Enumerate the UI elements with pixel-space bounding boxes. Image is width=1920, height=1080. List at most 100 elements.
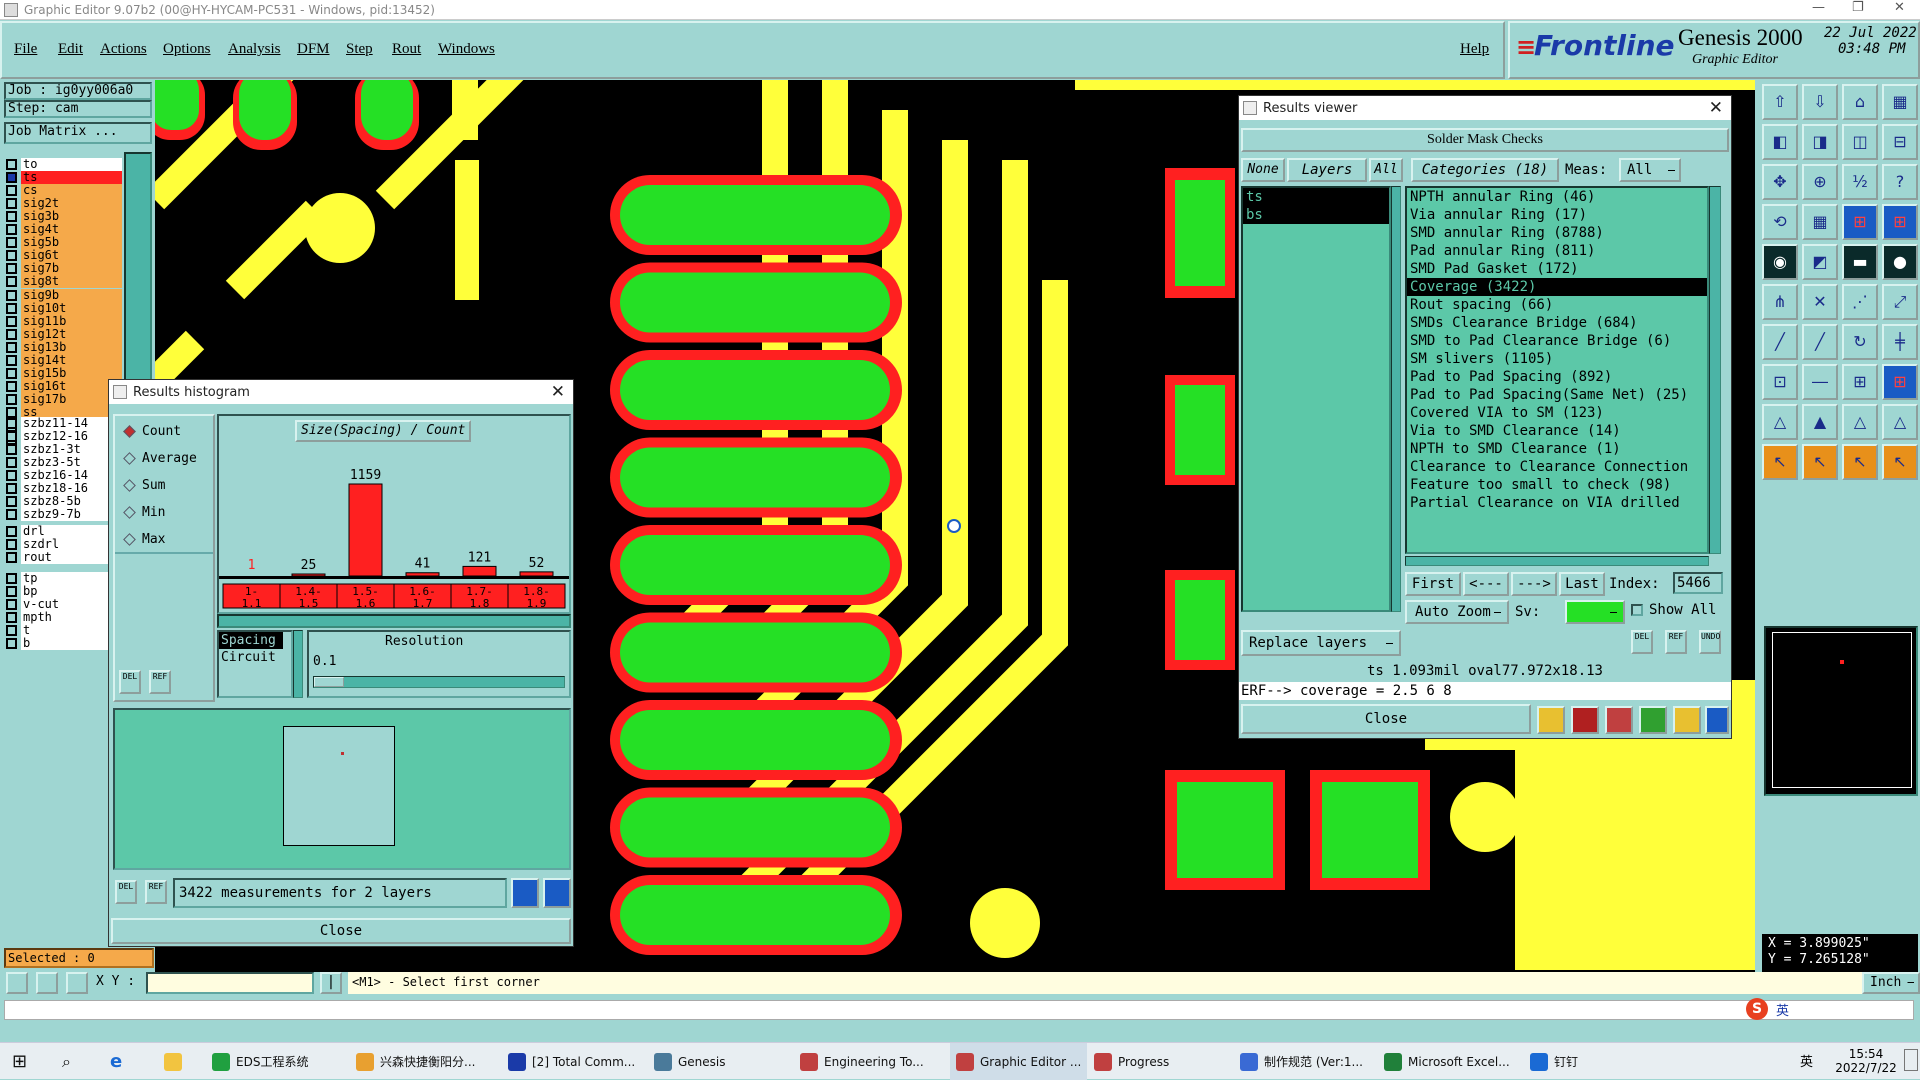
measure-icon[interactable] — [36, 972, 58, 994]
viewer-category-item[interactable]: SM slivers (1105) — [1407, 350, 1707, 368]
layer-name[interactable]: sig4t — [21, 223, 122, 236]
tool-button-icon[interactable]: ╪ — [1882, 324, 1918, 360]
layer-checkbox[interactable] — [6, 184, 17, 196]
layer-name[interactable]: bp — [21, 584, 122, 598]
tool-button-icon[interactable]: ▦ — [1882, 84, 1918, 120]
layer-name[interactable]: to — [21, 157, 122, 171]
layer-checkbox[interactable] — [6, 302, 17, 314]
layer-checkbox[interactable] — [6, 585, 17, 597]
maximize-button[interactable]: ❐ — [1852, 0, 1864, 15]
nav-next-button[interactable]: ---> — [1511, 572, 1557, 596]
units-dropdown[interactable]: Inch ⎯ — [1862, 972, 1920, 994]
layer-checkbox[interactable] — [6, 210, 17, 222]
layer-name[interactable]: sig14t — [21, 354, 122, 367]
menu-step[interactable]: Step — [346, 41, 373, 58]
menu-actions[interactable]: Actions — [100, 41, 147, 58]
layer-checkbox[interactable] — [6, 171, 17, 183]
tool-button-icon[interactable]: ↻ — [1842, 324, 1878, 360]
menu-windows[interactable]: Windows — [438, 41, 495, 58]
resolution-slider[interactable] — [313, 676, 565, 688]
layer-checkbox[interactable] — [6, 469, 17, 481]
preview-ref-button[interactable]: REF — [145, 880, 167, 904]
tool-button-icon[interactable]: ½ — [1842, 164, 1878, 200]
viewer-layer-list[interactable]: ts bs — [1241, 186, 1391, 612]
layer-checkbox[interactable] — [6, 289, 17, 301]
radio-max[interactable]: Max — [123, 532, 165, 547]
menu-dfm[interactable]: DFM — [297, 41, 330, 58]
layer-name[interactable]: tp — [21, 571, 122, 585]
viewer-category-item[interactable]: Rout spacing (66) — [1407, 296, 1707, 314]
layer-checkbox[interactable] — [6, 328, 17, 340]
viewer-category-item[interactable]: Feature too small to check (98) — [1407, 476, 1707, 494]
tool-button-icon[interactable]: ⊞ — [1842, 364, 1878, 400]
layer-checkbox[interactable] — [6, 368, 17, 380]
meas-dropdown[interactable]: All ⎯ — [1619, 158, 1681, 182]
taskbar-app[interactable]: Graphic Editor ... — [950, 1043, 1088, 1080]
viewer-layer-scrollbar[interactable] — [1391, 186, 1401, 612]
sv-dropdown[interactable]: ⎯ — [1565, 600, 1625, 624]
tool-button-icon[interactable]: ● — [1882, 244, 1918, 280]
layer-row[interactable]: v-cut — [6, 597, 122, 611]
tool-button-icon[interactable]: ⊕ — [1802, 164, 1838, 200]
viewer-category-item[interactable]: Via annular Ring (17) — [1407, 206, 1707, 224]
nav-first-button[interactable]: First — [1405, 572, 1461, 596]
viewer-category-item[interactable]: Partial Clearance on VIA drilled — [1407, 494, 1707, 512]
layer-name[interactable]: sig17b — [21, 393, 122, 407]
tool-button-icon[interactable]: ▬ — [1842, 244, 1878, 280]
zoom-area-button[interactable] — [543, 878, 571, 908]
layer-checkbox[interactable] — [6, 598, 17, 610]
layer-checkbox[interactable] — [6, 638, 17, 649]
layer-name[interactable]: szbz3-5t — [21, 455, 122, 469]
layer-row[interactable]: sig6t — [6, 249, 122, 263]
layer-row[interactable]: sig4t — [6, 223, 122, 237]
layer-checkbox[interactable] — [6, 224, 17, 235]
layer-row[interactable]: drl — [6, 524, 122, 538]
stop-icon[interactable] — [1571, 706, 1599, 734]
layer-name[interactable]: sig11b — [21, 314, 122, 328]
menu-help[interactable]: Help — [1460, 41, 1489, 58]
viewer-category-item[interactable]: NPTH annular Ring (46) — [1407, 188, 1707, 206]
layer-name[interactable]: cs — [21, 183, 122, 197]
viewer-category-item[interactable]: Coverage (3422) — [1407, 278, 1707, 296]
layer-row[interactable]: szbz12-16 — [6, 429, 122, 443]
taskbar-app[interactable]: Microsoft Excel... — [1384, 1043, 1510, 1080]
grid-icon[interactable] — [66, 972, 88, 994]
layer-checkbox[interactable] — [6, 430, 17, 442]
layer-name[interactable]: t — [21, 623, 122, 637]
layer-name[interactable]: ts — [21, 170, 122, 184]
layer-checkbox[interactable] — [6, 355, 17, 366]
tool-button-icon[interactable]: △ — [1842, 404, 1878, 440]
delete-results-icon[interactable] — [1605, 706, 1633, 734]
layer-name[interactable]: szbz8-5b — [21, 495, 122, 509]
histogram-del-button[interactable]: DEL — [119, 670, 141, 694]
layer-checkbox[interactable] — [6, 381, 17, 393]
search-icon[interactable]: ⌕ — [62, 1043, 71, 1080]
layers-none-button[interactable]: None — [1241, 158, 1285, 182]
histogram-ref-button[interactable]: REF — [149, 670, 171, 694]
layer-row[interactable]: szbz11-14 — [6, 416, 122, 430]
layer-row[interactable]: sig15b — [6, 367, 122, 381]
layer-checkbox[interactable] — [6, 197, 17, 209]
viewer-category-item[interactable]: SMD annular Ring (8788) — [1407, 224, 1707, 242]
layer-row[interactable]: szbz18-16 — [6, 482, 122, 496]
taskbar-app[interactable]: 钉钉 — [1530, 1043, 1578, 1080]
tool-button-icon[interactable]: ⊞ — [1882, 364, 1918, 400]
replace-layers-dropdown[interactable]: Replace layers ⎯ — [1241, 630, 1401, 656]
tool-button-icon[interactable]: ◩ — [1802, 244, 1838, 280]
ime-logo-icon[interactable]: S — [1746, 998, 1768, 1020]
tool-button-icon[interactable]: ◧ — [1762, 124, 1798, 160]
tool-button-icon[interactable]: ▲ — [1802, 404, 1838, 440]
layer-row[interactable]: sig10t — [6, 301, 122, 315]
layer-row[interactable]: b — [6, 637, 122, 651]
viewer-category-item[interactable]: NPTH to SMD Clearance (1) — [1407, 440, 1707, 458]
histogram-close-button[interactable]: Close — [111, 918, 571, 944]
tool-button-icon[interactable]: ◨ — [1802, 124, 1838, 160]
tool-button-icon[interactable]: ⊞ — [1842, 204, 1878, 240]
viewer-category-item[interactable]: SMD to Pad Clearance Bridge (6) — [1407, 332, 1707, 350]
layer-checkbox[interactable] — [6, 572, 17, 584]
layer-checkbox[interactable] — [6, 341, 17, 353]
histogram-type-list[interactable]: Spacing Circuit — [217, 630, 293, 698]
layer-checkbox[interactable] — [6, 456, 17, 468]
layer-checkbox[interactable] — [6, 276, 17, 288]
layer-row[interactable]: sig14t — [6, 354, 122, 368]
